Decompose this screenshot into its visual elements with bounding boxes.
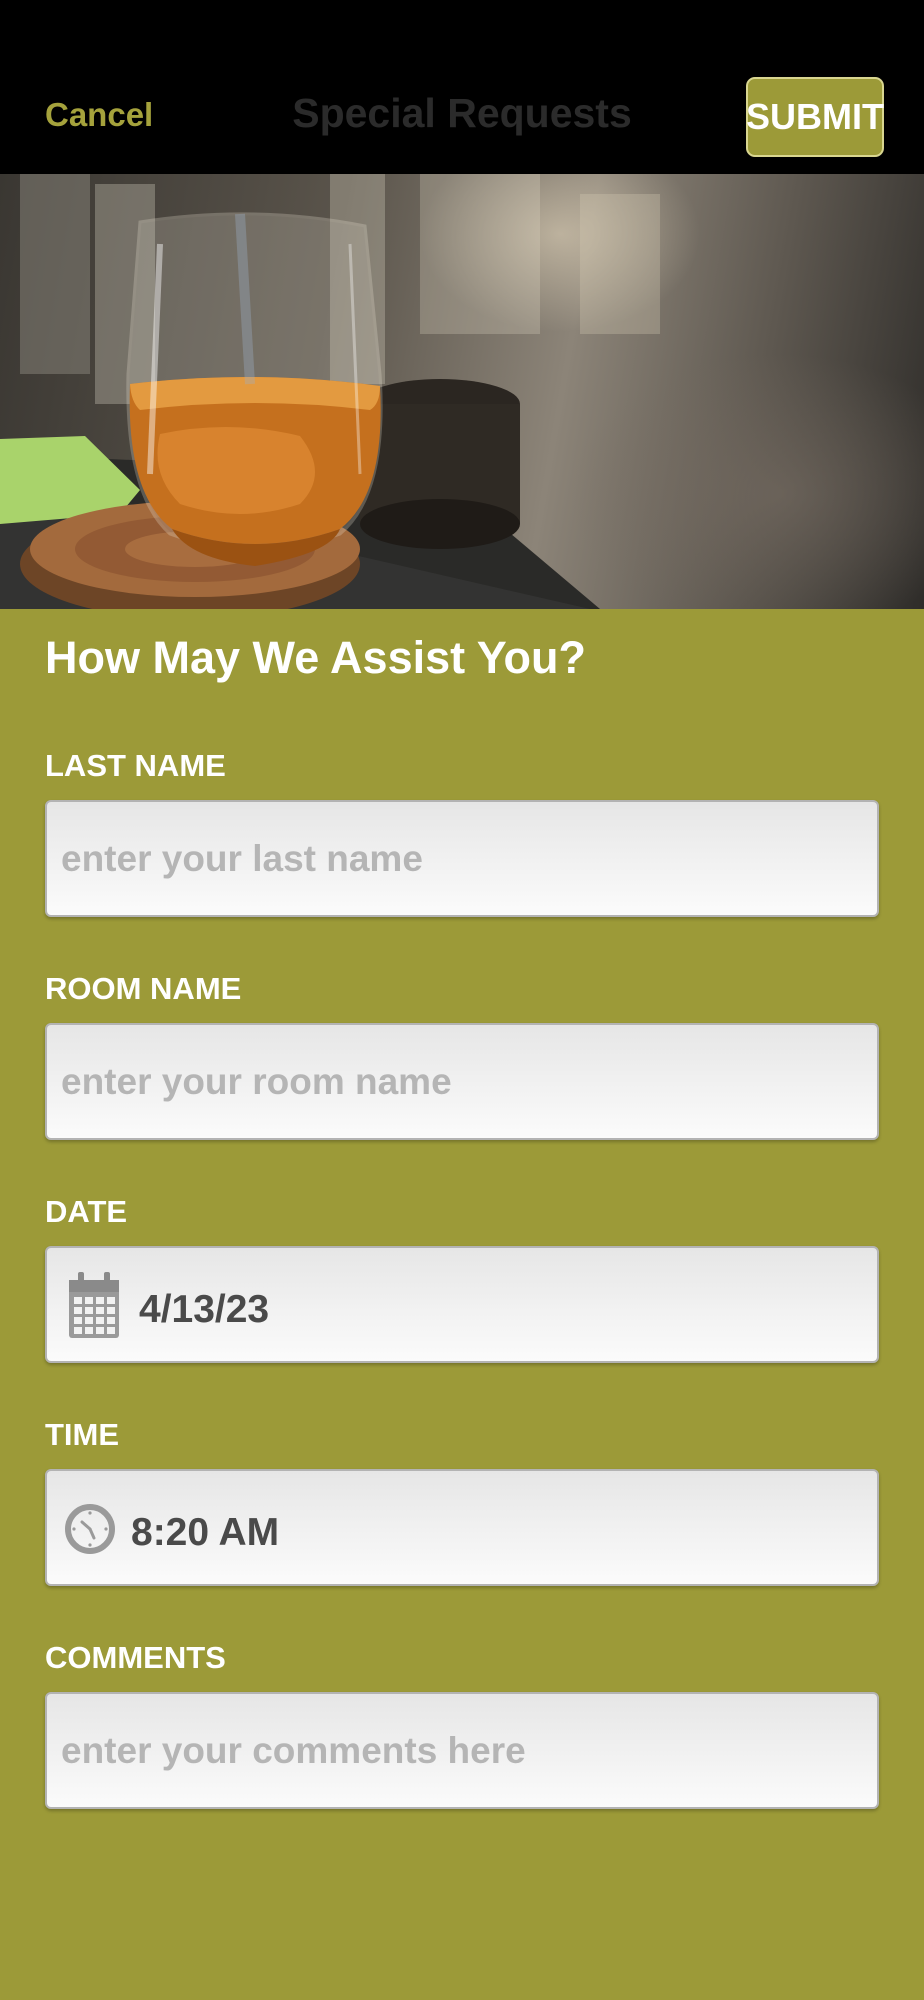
submit-button[interactable]: SUBMIT	[746, 77, 884, 157]
room-name-input[interactable]	[61, 1025, 861, 1138]
hero-image	[0, 174, 924, 609]
last-name-input[interactable]	[61, 802, 861, 915]
date-label: DATE	[45, 1194, 128, 1229]
comments-field[interactable]	[45, 1692, 879, 1809]
date-picker-field[interactable]: 4/13/23	[45, 1246, 879, 1363]
whiskey-glass-photo	[0, 174, 660, 609]
room-name-label: ROOM NAME	[45, 971, 242, 1006]
form-heading: How May We Assist You?	[45, 632, 586, 683]
last-name-label: LAST NAME	[45, 748, 226, 783]
calendar-icon	[69, 1272, 119, 1338]
last-name-field[interactable]	[45, 800, 879, 917]
room-name-field[interactable]	[45, 1023, 879, 1140]
time-value: 8:20 AM	[131, 1511, 280, 1554]
time-label: TIME	[45, 1417, 120, 1452]
clock-icon	[65, 1504, 115, 1554]
comments-label: COMMENTS	[45, 1640, 226, 1675]
top-bar: Cancel Special Requests SUBMIT	[0, 0, 924, 174]
date-value: 4/13/23	[139, 1288, 270, 1331]
comments-input[interactable]	[61, 1694, 861, 1807]
time-picker-field[interactable]: 8:20 AM	[45, 1469, 879, 1586]
